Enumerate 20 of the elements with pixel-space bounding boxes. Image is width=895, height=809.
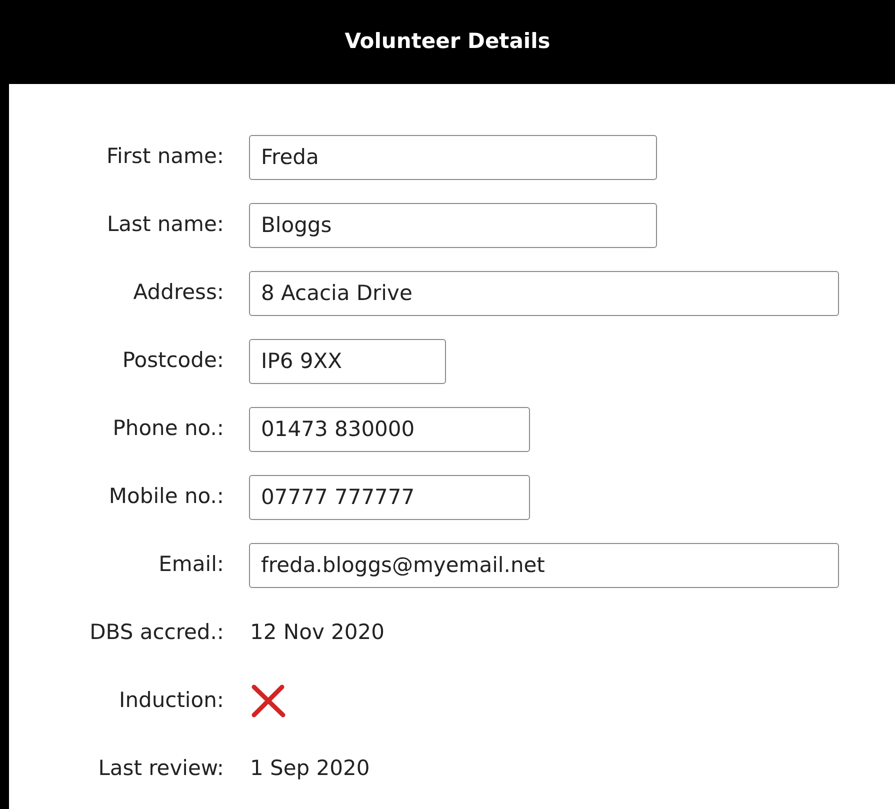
text-field[interactable]: IP6 9XX: [249, 338, 446, 384]
panel-title: Volunteer Details: [344, 28, 550, 56]
text-field[interactable]: 01473 830000: [249, 406, 530, 452]
text-field[interactable]: Bloggs: [249, 202, 657, 248]
field-value: 12 Nov 2020: [249, 620, 385, 644]
field-label: Email:: [158, 551, 225, 578]
text-field[interactable]: Freda: [249, 134, 657, 180]
field-value: 1 Sep 2020: [249, 756, 370, 780]
field-label: Last name:: [106, 211, 225, 238]
field-label: Mobile no.:: [108, 483, 225, 510]
field-label: DBS accred.:: [88, 619, 225, 646]
field-label: First name:: [106, 143, 225, 170]
field-label: Phone no.:: [112, 415, 225, 442]
text-field[interactable]: freda.bloggs@myemail.net: [249, 542, 839, 588]
field-label: Induction:: [118, 687, 225, 714]
field-label: Last review:: [97, 755, 225, 782]
text-field[interactable]: 8 Acacia Drive: [249, 270, 839, 316]
field-label: Postcode:: [121, 347, 225, 374]
field-label: Address:: [132, 279, 225, 306]
text-field[interactable]: 07777 777777: [249, 474, 530, 520]
